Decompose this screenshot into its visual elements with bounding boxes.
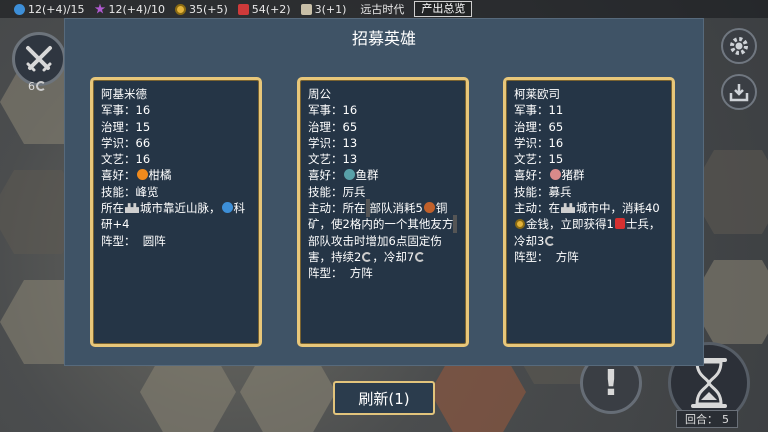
- culture-value: 12(+4)/10: [108, 2, 166, 16]
- hero-formation: 阵型： 方阵: [514, 249, 579, 264]
- round-counter: 回合： 5: [676, 410, 738, 428]
- hero-arts: 文艺：15: [514, 152, 564, 167]
- hero-governance: 治理：65: [308, 119, 358, 134]
- output-overview-button[interactable]: 产出总览: [414, 1, 473, 17]
- science-icon: [221, 202, 233, 214]
- hero-name: 周公: [308, 87, 331, 101]
- hero-military: 军事：11: [514, 103, 564, 118]
- hero-skill-detail: 主动：所在 部队消耗5 铜矿，使2格内的一个其他友方部队攻击时增加6点固定伤害，持续…: [308, 199, 458, 265]
- hero-hobby: 喜好： 鱼群: [308, 168, 379, 183]
- refresh-button[interactable]: 刷新(1): [333, 381, 435, 415]
- era-label: 远古时代: [360, 3, 405, 16]
- fish-icon: [343, 169, 355, 181]
- hero-hobby: 喜好： 柑橘: [101, 168, 172, 183]
- exclamation-icon: !: [602, 362, 620, 404]
- hero-arts: 文艺：16: [101, 152, 151, 167]
- turn-icon: [362, 251, 373, 262]
- food-icon: [237, 3, 249, 15]
- hero-skill: 技能：募兵: [514, 184, 572, 199]
- pig-icon: [549, 169, 561, 181]
- copper-ore-icon: [423, 202, 435, 214]
- gear-icon: [730, 37, 748, 55]
- hero-skill-detail: 主动：在 城市中，消耗40金钱，立即获得1 士兵，冷却3: [514, 201, 661, 248]
- science-value: 12(+4)/15: [28, 2, 85, 16]
- culture-resource: 12(+4)/10: [94, 2, 166, 16]
- battle-button[interactable]: [12, 32, 66, 86]
- population-resource: 3(+1): [300, 2, 347, 16]
- hero-name: 阿基米德: [101, 87, 147, 101]
- hero-hobby: 喜好： 猪群: [514, 168, 585, 183]
- resource-bar: 12(+4)/15 12(+4)/10 35(+5) 54(+2) 3(+1) …: [0, 0, 768, 18]
- gold-coin-icon: [515, 219, 525, 230]
- download-tray-icon: [729, 84, 749, 102]
- troop-icon: [453, 215, 458, 234]
- crossed-swords-icon: [26, 46, 52, 72]
- hero-knowledge: 学识：16: [514, 135, 564, 150]
- hero-card-cleomenes[interactable]: 柯莱欧司 军事：11 治理：65 学识：16 文艺：15 喜好： 猪群 技能：募兵…: [503, 77, 675, 347]
- gold-value: 35(+5): [189, 2, 228, 16]
- population-icon: [300, 3, 312, 15]
- cooldown-icon: [545, 235, 556, 246]
- food-resource: 54(+2): [237, 2, 291, 16]
- science-resource: 12(+4)/15: [14, 3, 85, 16]
- recruit-hero-dialog: 招募英雄 阿基米德 军事：16 治理：15 学识：66 文艺：16 喜好： 柑橘 …: [64, 18, 704, 366]
- hero-skill: 技能：厉兵: [308, 184, 366, 199]
- hero-military: 军事：16: [101, 103, 151, 118]
- hero-military: 军事：16: [308, 103, 358, 118]
- hero-knowledge: 学识：13: [308, 135, 358, 150]
- hero-skill: 技能：峰览: [101, 184, 159, 199]
- hero-card-duke-of-zhou[interactable]: 周公 军事：16 治理：65 学识：13 文艺：13 喜好： 鱼群 技能：厉兵 主…: [297, 77, 469, 347]
- hero-formation: 阵型： 圆阵: [101, 233, 166, 248]
- hero-governance: 治理：65: [514, 119, 564, 134]
- hero-card-archimedes[interactable]: 阿基米德 军事：16 治理：15 学识：66 文艺：16 喜好： 柑橘 技能：峰览…: [90, 77, 262, 347]
- gold-coin-icon: [175, 3, 186, 15]
- city-icon: [561, 203, 575, 214]
- hero-name: 柯莱欧司: [514, 87, 560, 101]
- hero-formation: 阵型： 方阵: [308, 266, 373, 281]
- city-icon: [125, 203, 139, 214]
- science-icon: [14, 3, 25, 15]
- hero-arts: 文艺：13: [308, 152, 358, 167]
- dialog-title: 招募英雄: [351, 29, 416, 48]
- settings-button[interactable]: [721, 28, 757, 64]
- gold-resource: 35(+5): [175, 3, 228, 16]
- soldier-icon: [614, 218, 625, 230]
- food-value: 54(+2): [251, 2, 291, 16]
- hero-governance: 治理：15: [101, 119, 151, 134]
- hero-skill-detail: 所在 城市靠近山脉， 科研+4: [101, 201, 245, 232]
- orange-icon: [136, 169, 148, 181]
- cooldown-icon: [415, 251, 426, 262]
- hero-knowledge: 学识：66: [101, 135, 151, 150]
- save-button[interactable]: [721, 74, 757, 110]
- culture-star-icon: [94, 3, 106, 14]
- battle-count: 6: [28, 80, 46, 93]
- population-value: 3(+1): [314, 2, 347, 16]
- cooldown-icon: [36, 81, 46, 91]
